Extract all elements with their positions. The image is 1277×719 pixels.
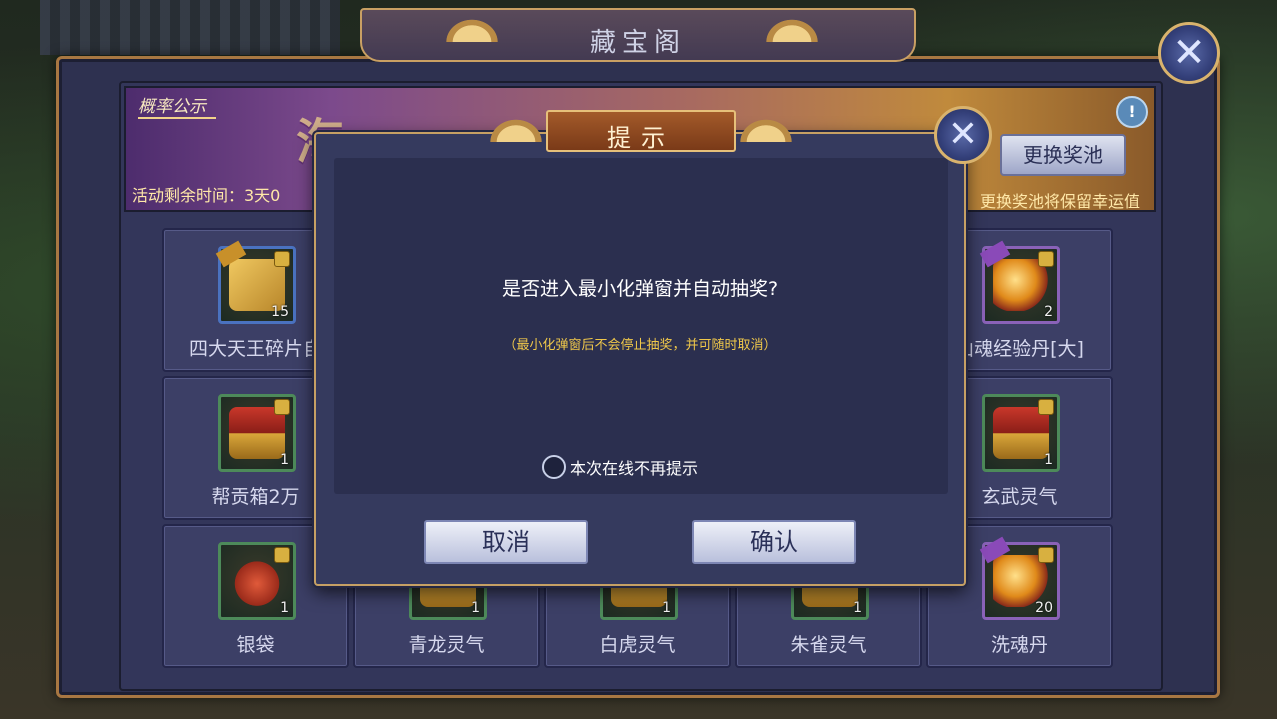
dialog-note: （最小化弹窗后不会停止抽奖，并可随时取消）: [503, 338, 777, 353]
window-title: 藏宝阁: [589, 28, 686, 58]
fan-ornament-icon: [486, 116, 546, 142]
item-quantity: 1: [1044, 452, 1053, 468]
item-slot: 20: [979, 536, 1060, 620]
item-name: 白虎灵气: [599, 634, 676, 656]
dialog-title-plate: 提示: [546, 110, 736, 152]
change-pool-hint: 更换奖池将保留幸运值: [979, 192, 1140, 211]
title-plate: 藏宝阁: [360, 8, 916, 62]
lock-icon: [1038, 399, 1054, 415]
item-slot: 15: [215, 240, 296, 324]
item-slot: 1: [982, 394, 1060, 472]
cancel-button[interactable]: 取消: [424, 520, 588, 564]
item-slot: 1: [218, 542, 296, 620]
fan-ornament-icon: [736, 116, 796, 142]
dialog-body: [334, 158, 948, 494]
lock-icon: [274, 251, 290, 267]
item-quantity: 1: [280, 600, 289, 616]
item-quantity: 15: [271, 304, 289, 320]
item-name: 朱雀灵气: [790, 634, 867, 656]
lock-icon: [274, 547, 290, 563]
item-name: 洗魂丹: [990, 634, 1048, 656]
item-quantity: 1: [662, 600, 671, 616]
item-name: 青龙灵气: [408, 634, 485, 656]
dialog-question: 是否进入最小化弹窗并自动抽奖?: [501, 278, 779, 300]
item-quantity: 20: [1035, 600, 1053, 616]
item-quantity: 2: [1044, 304, 1053, 320]
lock-icon: [1038, 251, 1054, 267]
item-slot: 2: [979, 240, 1060, 324]
item-slot: 1: [218, 394, 296, 472]
info-icon[interactable]: !: [1116, 96, 1148, 128]
item-quantity: 1: [280, 452, 289, 468]
change-pool-button[interactable]: 更换奖池: [1000, 134, 1126, 176]
probability-notice-link[interactable]: 概率公示: [138, 92, 216, 119]
background-roof: [40, 0, 340, 55]
event-remaining-time: 活动剩余时间：3天0: [132, 186, 281, 205]
dont-remind-radio[interactable]: [542, 455, 566, 479]
close-icon: ✕: [1172, 30, 1206, 76]
dont-remind-label: 本次在线不再提示: [570, 459, 699, 478]
item-quantity: 1: [471, 600, 480, 616]
confirm-dialog: 提示 ✕ 是否进入最小化弹窗并自动抽奖? （最小化弹窗后不会停止抽奖，并可随时取…: [314, 106, 992, 586]
dialog-close-button[interactable]: ✕: [934, 106, 992, 164]
dialog-title: 提示: [607, 124, 675, 152]
item-name: 银袋: [236, 634, 275, 656]
close-icon: ✕: [947, 114, 979, 155]
lock-icon: [1038, 547, 1054, 563]
window-close-button[interactable]: ✕: [1158, 22, 1220, 84]
lock-icon: [274, 399, 290, 415]
dont-remind-option[interactable]: 本次在线不再提示: [542, 454, 698, 480]
confirm-button[interactable]: 确认: [692, 520, 856, 564]
item-quantity: 1: [853, 600, 862, 616]
